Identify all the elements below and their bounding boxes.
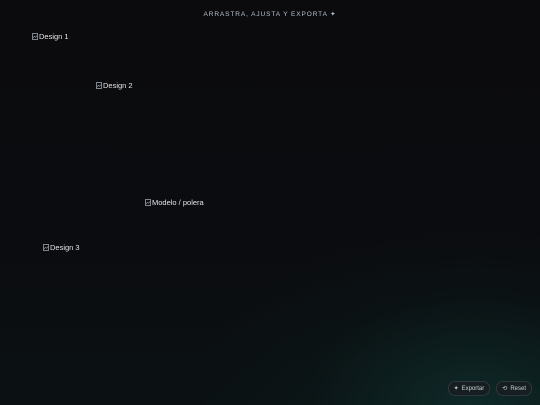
design-1-alt-text: Design 1	[39, 32, 69, 41]
export-button[interactable]: ✦ Exportar	[447, 381, 491, 396]
canvas-item-design-1[interactable]: Design 1	[32, 32, 69, 41]
reset-icon: ⟲	[502, 385, 508, 392]
canvas-item-design-2[interactable]: Design 2	[96, 81, 133, 90]
broken-image-icon	[145, 199, 151, 206]
export-button-label: Exportar	[461, 385, 485, 392]
design-3-alt-text: Design 3	[50, 243, 80, 252]
design-2-alt-text: Design 2	[103, 81, 133, 90]
top-banner: ARRASTRA, AJUSTA Y EXPORTA ✦	[203, 11, 337, 18]
reset-button[interactable]: ⟲ Reset	[496, 381, 532, 396]
broken-image-icon	[96, 82, 102, 89]
canvas-item-design-3[interactable]: Design 3	[43, 243, 80, 252]
modelo-polera-alt-text: Modelo / polera	[152, 198, 204, 207]
broken-image-icon	[32, 33, 38, 40]
bottom-toolbar: ✦ Exportar ⟲ Reset	[447, 381, 532, 396]
canvas-item-modelo-polera[interactable]: Modelo / polera	[145, 198, 204, 207]
reset-button-label: Reset	[510, 385, 526, 392]
broken-image-icon	[43, 244, 49, 251]
sparkle-icon: ✦	[453, 385, 459, 392]
